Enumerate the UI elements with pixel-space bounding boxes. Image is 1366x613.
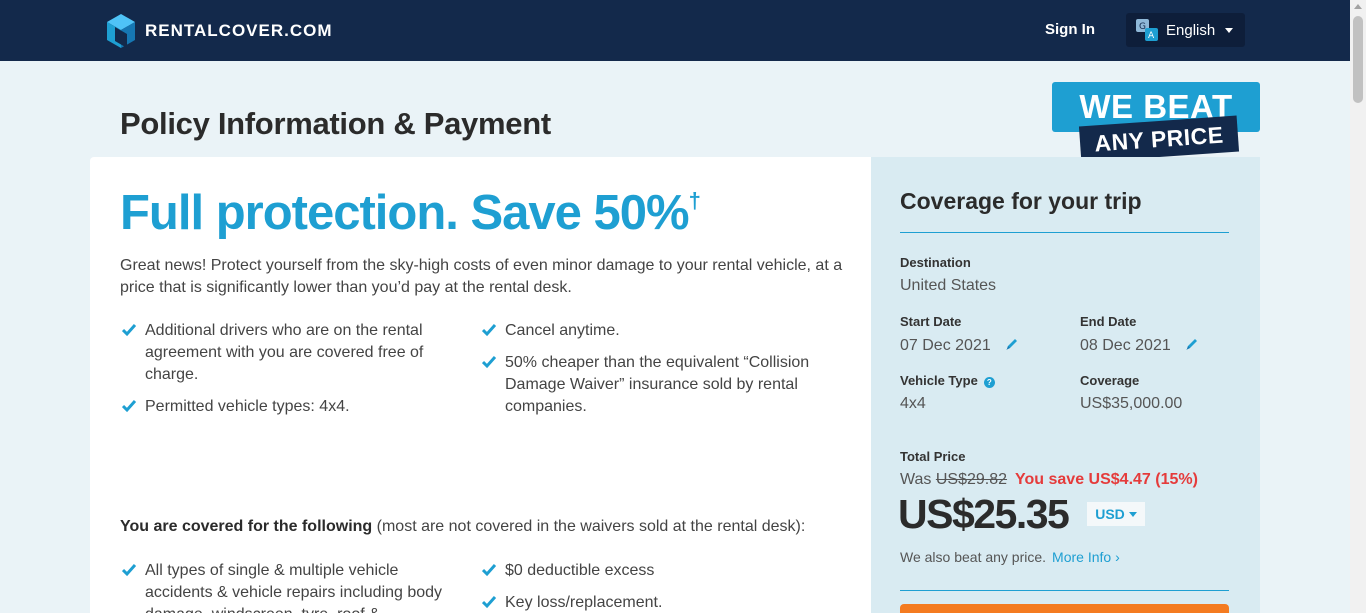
vehicle-type-value: 4x4 — [900, 395, 926, 412]
total-price: US$25.35 — [898, 491, 1070, 537]
feature-item: Permitted vehicle types: 4x4. — [120, 396, 470, 418]
page-title: Policy Information & Payment — [120, 106, 551, 141]
check-icon — [122, 324, 136, 337]
svg-text:A: A — [1148, 31, 1155, 41]
check-icon — [122, 400, 136, 413]
trip-coverage-panel: Coverage for your trip Destination Unite… — [871, 157, 1260, 613]
covered-item: $0 deductible excess — [480, 560, 820, 582]
divider — [900, 232, 1229, 233]
language-label: English — [1166, 21, 1216, 39]
intro-text: Great news! Protect yourself from the sk… — [120, 257, 843, 296]
covered-item: Key loss/replacement. — [480, 592, 820, 613]
end-date-label: End Date — [1080, 314, 1137, 329]
protection-headline: Full protection. Save 50%† — [120, 186, 701, 240]
logo-cube-icon — [107, 14, 135, 48]
scrollbar-thumb[interactable] — [1353, 16, 1363, 103]
check-icon — [482, 596, 496, 609]
svg-text:G: G — [1139, 22, 1146, 32]
feature-item: Additional drivers who are on the rental… — [120, 320, 470, 386]
logo-text: RENTALCOVER.COM — [145, 21, 333, 40]
currency-selector[interactable]: USD — [1087, 502, 1145, 526]
destination-label: Destination — [900, 255, 971, 270]
headline-footnote-mark: † — [688, 187, 701, 213]
savings-text: You save US$4.47 (15%) — [1015, 471, 1198, 488]
edit-start-date-pencil-icon[interactable] — [1005, 337, 1019, 351]
coverage-value: US$35,000.00 — [1080, 395, 1183, 412]
destination-value: United States — [900, 277, 997, 294]
coverage-title: Coverage for your trip — [900, 188, 1142, 214]
help-icon[interactable]: ? — [983, 377, 995, 388]
price-beat-note: We also beat any price. More Info › — [900, 549, 1120, 565]
original-price: Was US$29.82 You save US$4.47 (15%) — [900, 471, 1198, 488]
chevron-down-icon — [1128, 512, 1137, 517]
site-logo[interactable]: RENTALCOVER.COM — [107, 14, 333, 48]
feature-item: Cancel anytime. — [480, 320, 820, 342]
page-scrollbar[interactable] — [1350, 0, 1366, 613]
vehicle-type-label: Vehicle Type? — [900, 373, 995, 388]
check-icon — [482, 324, 496, 337]
start-date-label: Start Date — [900, 314, 962, 329]
sign-in-link[interactable]: Sign In — [1045, 21, 1095, 38]
purchase-button[interactable] — [900, 604, 1229, 613]
covered-heading: You are covered for the following (most … — [120, 518, 806, 535]
covered-item: All types of single & multiple vehicle a… — [120, 560, 470, 613]
check-icon — [122, 564, 136, 577]
check-icon — [482, 356, 496, 369]
coverage-label: Coverage — [1080, 373, 1140, 388]
end-date-value: 08 Dec 2021 — [1080, 337, 1199, 355]
struck-price: US$29.82 — [935, 471, 1008, 488]
start-date-value: 07 Dec 2021 — [900, 337, 1019, 355]
divider — [900, 590, 1229, 591]
more-info-link[interactable]: More Info › — [1052, 549, 1120, 565]
protection-details-card: Full protection. Save 50%† Great news! P… — [90, 157, 871, 613]
we-beat-any-price-badge: WE BEAT ANY PRICE — [1052, 82, 1260, 163]
language-selector[interactable]: G A English — [1126, 13, 1245, 47]
translate-icon: G A — [1136, 19, 1158, 41]
chevron-down-icon — [1225, 27, 1234, 33]
edit-end-date-pencil-icon[interactable] — [1185, 337, 1199, 351]
top-navigation-bar: RENTALCOVER.COM Sign In G A English — [0, 0, 1350, 61]
feature-item: 50% cheaper than the equivalent “Collisi… — [480, 352, 820, 418]
check-icon — [482, 564, 496, 577]
scroll-up-arrow-icon[interactable] — [1354, 4, 1362, 9]
total-price-label: Total Price — [900, 449, 966, 464]
